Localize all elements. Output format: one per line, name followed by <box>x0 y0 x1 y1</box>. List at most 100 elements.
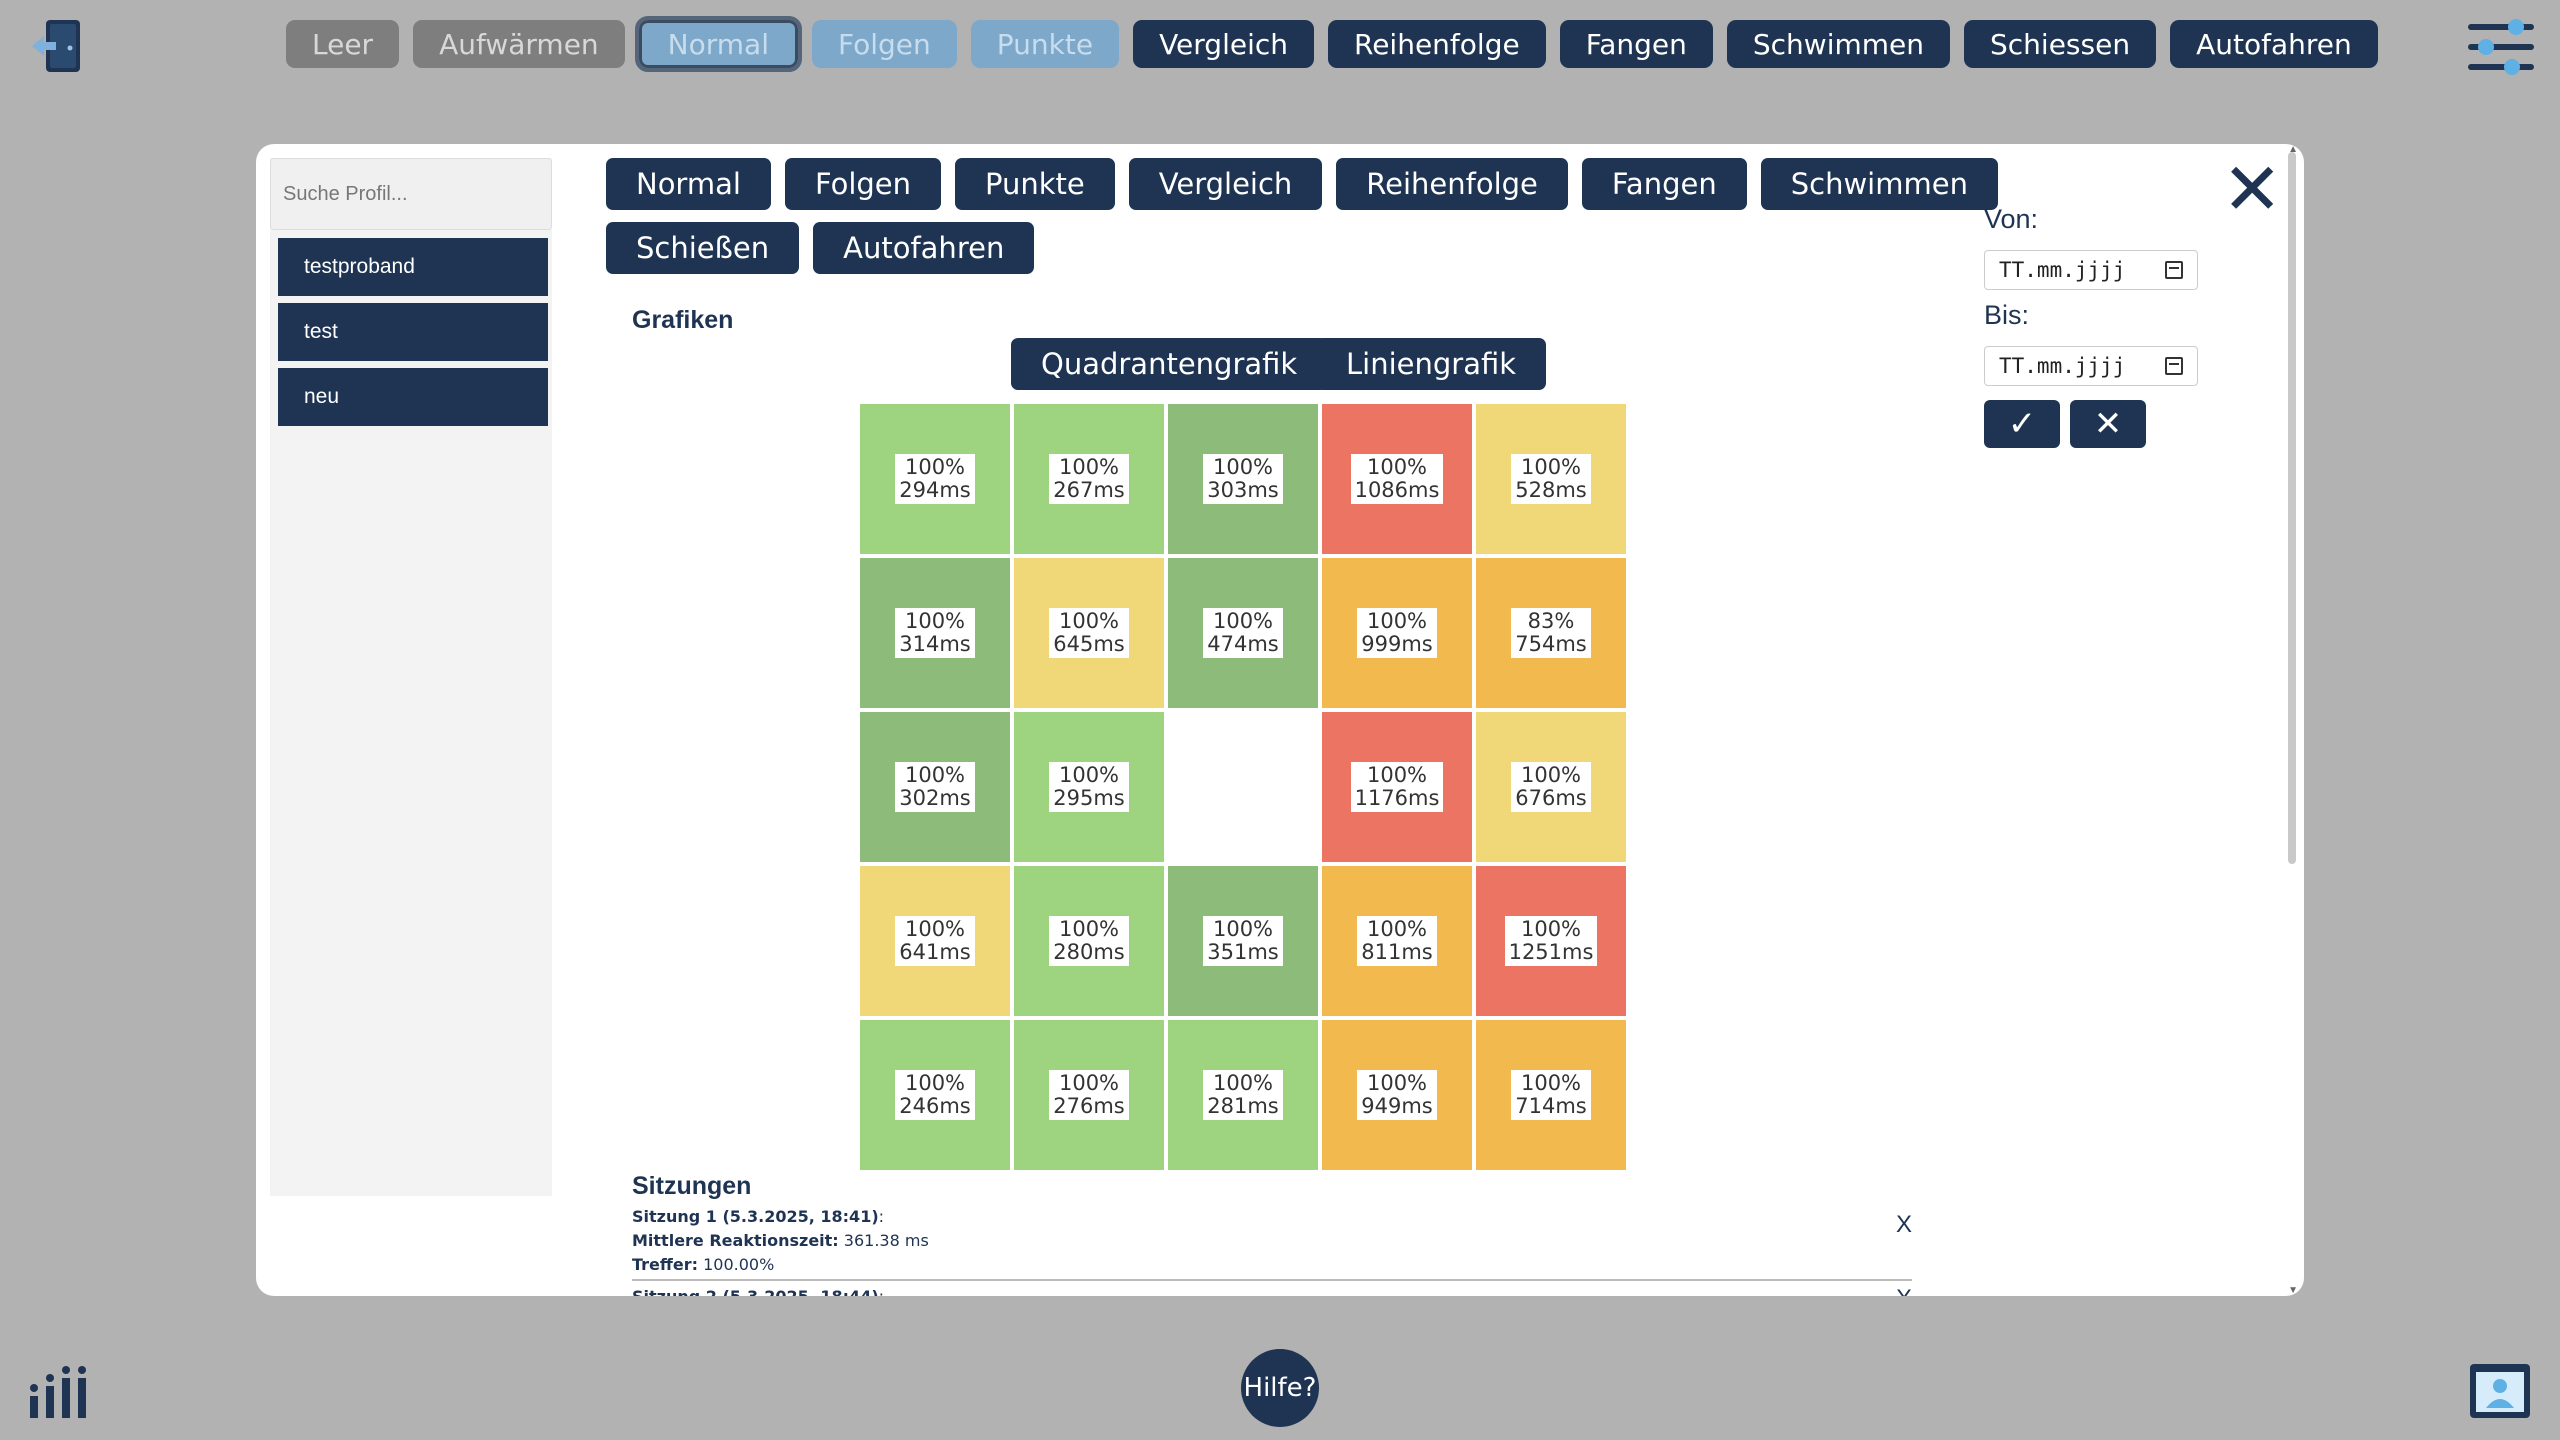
to-date-placeholder: TT.mm.jjjj <box>1999 354 2126 378</box>
topbar-button-fangen[interactable]: Fangen <box>1559 20 1713 68</box>
delete-session-button[interactable]: X <box>1896 1285 1912 1296</box>
quadrant-reaction-time: 999ms <box>1361 632 1433 656</box>
apply-date-filter-button[interactable]: ✓ <box>1984 400 2060 448</box>
mode-filter-button[interactable]: Schwimmen <box>1760 158 1998 210</box>
quadrant-cell <box>1168 712 1318 862</box>
mode-filter-button[interactable]: Autofahren <box>813 222 1035 274</box>
quadrant-cell: 100% 641ms <box>860 866 1010 1016</box>
quadrant-cell-label: 100% 1251ms <box>1504 915 1598 967</box>
quadrant-cell-label: 100% 1086ms <box>1350 453 1444 505</box>
quadrant-cell-label: 100% 999ms <box>1357 607 1437 659</box>
quadrant-cell-label: 100% 280ms <box>1049 915 1129 967</box>
topbar-button-punkte[interactable]: Punkte <box>970 20 1120 68</box>
profile-card-icon[interactable] <box>2468 1362 2532 1420</box>
quadrant-cell-label: 100% 302ms <box>895 761 975 813</box>
quadrant-cell-label: 100% 714ms <box>1511 1069 1591 1121</box>
sessions-title: Sitzungen <box>632 1172 752 1200</box>
topbar-button-aufwärmen[interactable]: Aufwärmen <box>413 20 625 68</box>
quadrant-reaction-time: 314ms <box>899 632 971 656</box>
sessions-section: Sitzungen X Sitzung 1 (5.3.2025, 18:41):… <box>632 1172 1912 1296</box>
session-entry: X Sitzung 1 (5.3.2025, 18:41): Mittlere … <box>632 1205 1912 1277</box>
profile-item[interactable]: neu <box>278 368 548 426</box>
quadrant-graph-button[interactable]: Quadrantengrafik <box>1011 338 1328 390</box>
profile-item[interactable]: testproband <box>278 238 548 296</box>
quadrant-cell: 100% 811ms <box>1322 866 1472 1016</box>
profile-item[interactable]: test <box>278 303 548 361</box>
quadrant-cell: 100% 276ms <box>1014 1020 1164 1170</box>
quadrant-cell: 100% 949ms <box>1322 1020 1472 1170</box>
mode-filter-button[interactable]: Folgen <box>784 158 942 210</box>
modal-scrollbar[interactable] <box>2288 152 2296 864</box>
calendar-icon[interactable] <box>2165 357 2183 375</box>
quadrant-hit-rate: 100% <box>1058 762 1120 787</box>
mode-filter-button[interactable]: Vergleich <box>1128 158 1323 210</box>
quadrant-cell-label: 100% 276ms <box>1049 1069 1129 1121</box>
quadrant-cell-label: 100% 676ms <box>1511 761 1591 813</box>
quadrant-hit-rate: 100% <box>1520 916 1582 941</box>
topbar-button-autofahren[interactable]: Autofahren <box>2170 20 2378 68</box>
quadrant-reaction-time: 246ms <box>899 1094 971 1118</box>
statistics-icon[interactable] <box>28 1364 88 1420</box>
exit-icon[interactable] <box>28 18 86 74</box>
statistics-modal: ▲ ▼ Suche Profil... testproband test neu… <box>256 144 2304 1296</box>
quadrant-cell: 100% 351ms <box>1168 866 1318 1016</box>
topbar-button-leer[interactable]: Leer <box>286 20 400 68</box>
line-graph-button[interactable]: Liniengrafik <box>1316 338 1547 390</box>
session-avg-reaction: Mittlere Reaktionszeit: 361.38 ms <box>632 1231 929 1250</box>
settings-sliders-icon[interactable] <box>2466 14 2536 80</box>
close-modal-icon[interactable]: ✕ <box>2222 154 2282 226</box>
quadrant-hit-rate: 100% <box>904 608 966 633</box>
quadrant-reaction-time: 351ms <box>1207 940 1279 964</box>
from-date-input[interactable]: TT.mm.jjjj <box>1984 250 2198 290</box>
quadrant-reaction-time: 754ms <box>1515 632 1587 656</box>
topbar-button-schiessen[interactable]: Schiessen <box>1964 20 2157 68</box>
quadrant-reaction-time: 676ms <box>1515 786 1587 810</box>
quadrant-cell: 100% 302ms <box>860 712 1010 862</box>
quadrant-hit-rate: 83% <box>1527 608 1575 633</box>
quadrant-cell: 100% 645ms <box>1014 558 1164 708</box>
quadrant-cell: 100% 314ms <box>860 558 1010 708</box>
profile-search-input[interactable]: Suche Profil... <box>270 158 552 230</box>
mode-filter-button[interactable]: Normal <box>606 158 771 210</box>
to-date-input[interactable]: TT.mm.jjjj <box>1984 346 2198 386</box>
topbar-button-reihenfolge[interactable]: Reihenfolge <box>1328 20 1546 68</box>
delete-session-button[interactable]: X <box>1896 1211 1912 1239</box>
session-hits: Treffer: 100.00% <box>632 1255 775 1274</box>
mode-filter-button[interactable]: Schießen <box>606 222 800 274</box>
quadrant-cell: 100% 999ms <box>1322 558 1472 708</box>
quadrant-cell: 83% 754ms <box>1476 558 1626 708</box>
topbar-button-normal[interactable]: Normal <box>634 16 802 72</box>
clear-date-filter-button[interactable]: ✕ <box>2070 400 2146 448</box>
mode-filter-button[interactable]: Fangen <box>1581 158 1747 210</box>
quadrant-hit-rate: 100% <box>1520 1070 1582 1095</box>
session-divider <box>632 1279 1912 1281</box>
quadrant-hit-rate: 100% <box>1212 454 1274 479</box>
quadrant-reaction-time: 303ms <box>1207 478 1279 502</box>
quadrant-cell-label: 100% 641ms <box>895 915 975 967</box>
to-date-label: Bis: <box>1984 300 2030 330</box>
mode-filter-button[interactable]: Reihenfolge <box>1336 158 1568 210</box>
quadrant-cell: 100% 1251ms <box>1476 866 1626 1016</box>
quadrant-cell-label: 100% 351ms <box>1203 915 1283 967</box>
topbar-button-folgen[interactable]: Folgen <box>811 20 957 68</box>
quadrant-cell-label: 100% 528ms <box>1511 453 1591 505</box>
quadrant-cell-label: 100% 303ms <box>1203 453 1283 505</box>
quadrant-cell: 100% 281ms <box>1168 1020 1318 1170</box>
mode-filter-button[interactable]: Punkte <box>955 158 1115 210</box>
quadrant-reaction-time: 1176ms <box>1354 786 1440 810</box>
help-button[interactable]: Hilfe? <box>1241 1349 1319 1427</box>
topbar-button-vergleich[interactable]: Vergleich <box>1133 20 1314 68</box>
session-name: Sitzung 2 (5.3.2025, 18:44): <box>632 1285 1912 1296</box>
quadrant-hit-rate: 100% <box>1058 454 1120 479</box>
quadrant-reaction-time: 302ms <box>899 786 971 810</box>
scroll-down-arrow-icon[interactable]: ▼ <box>2288 1285 2298 1296</box>
quadrant-hit-rate: 100% <box>1366 608 1428 633</box>
scroll-up-arrow-icon[interactable]: ▲ <box>2288 144 2298 155</box>
topbar-button-schwimmen[interactable]: Schwimmen <box>1726 20 1951 68</box>
quadrant-hit-rate: 100% <box>1520 454 1582 479</box>
quadrant-reaction-time: 276ms <box>1053 1094 1125 1118</box>
calendar-icon[interactable] <box>2165 261 2183 279</box>
quadrant-cell-label: 100% 267ms <box>1049 453 1129 505</box>
quadrant-reaction-time: 280ms <box>1053 940 1125 964</box>
quadrant-cell-label: 83% 754ms <box>1511 607 1591 659</box>
